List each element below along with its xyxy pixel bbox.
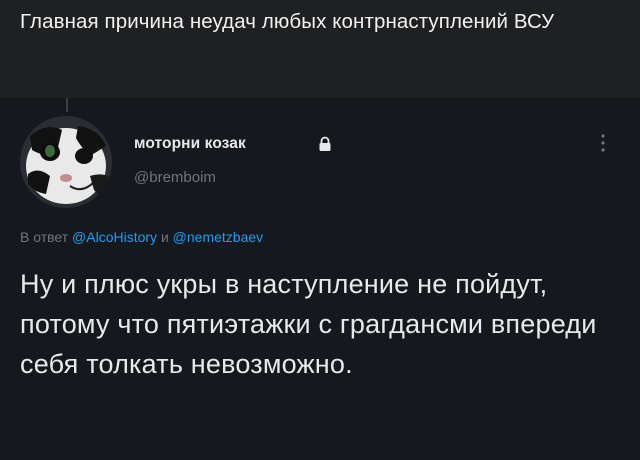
thread-line bbox=[66, 98, 68, 112]
reply-prefix: В ответ bbox=[20, 229, 69, 245]
reply-conjunction: и bbox=[160, 229, 169, 245]
cat-avatar-image bbox=[20, 116, 112, 208]
more-vertical-icon[interactable] bbox=[598, 130, 608, 158]
lock-icon bbox=[319, 136, 331, 151]
caption-text: Главная причина неудач любых контрнаступ… bbox=[20, 10, 555, 33]
mention-alcohistory[interactable]: @AlcoHistory bbox=[72, 229, 157, 245]
mention-nemetzbaev[interactable]: @nemetzbaev bbox=[173, 229, 263, 245]
author-display-name[interactable]: моторни козак bbox=[134, 135, 246, 153]
tweet-card[interactable]: моторни козак @bremboim В ответ @AlcoHis… bbox=[0, 98, 640, 460]
reply-to-line: В ответ @AlcoHistory и @nemetzbaev bbox=[20, 229, 263, 245]
cat-avatar[interactable] bbox=[20, 116, 112, 208]
tweet-body-text: Ну и плюс укры в наступление не пойдут, … bbox=[20, 269, 597, 379]
author-handle[interactable]: @bremboim bbox=[134, 169, 216, 186]
caption-banner: Главная причина неудач любых контрнаступ… bbox=[0, 0, 640, 98]
